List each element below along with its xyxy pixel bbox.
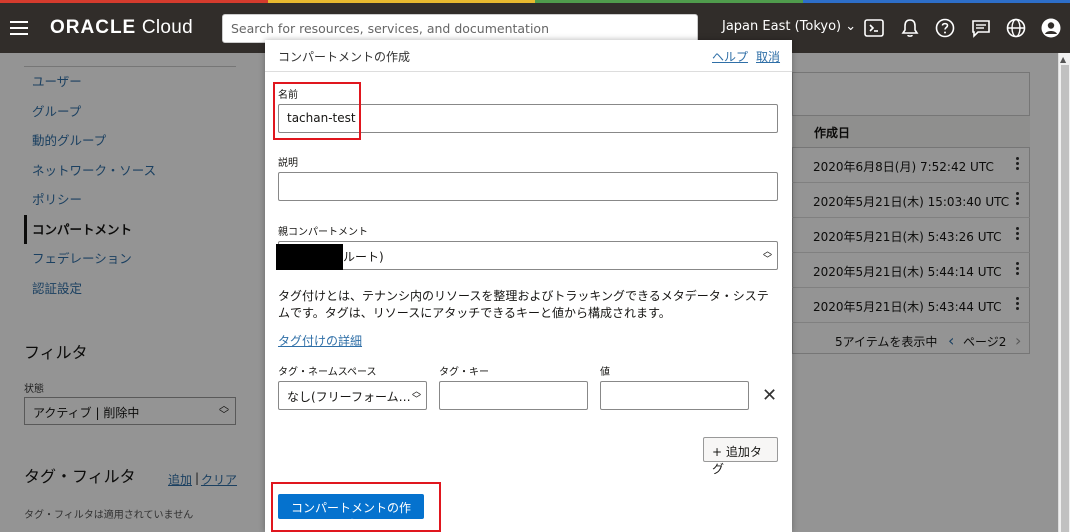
tag-key-field[interactable] xyxy=(439,381,588,410)
dialog-title: コンパートメントの作成 xyxy=(278,50,411,64)
oracle-cloud-logo[interactable]: ORACLE Cloud xyxy=(50,17,193,39)
remove-tag-icon[interactable]: ✕ xyxy=(762,385,777,406)
help-icon[interactable] xyxy=(934,17,956,39)
search-input[interactable]: Search for resources, services, and docu… xyxy=(222,14,698,43)
page-scrollbar[interactable]: ▲ xyxy=(1058,53,1070,532)
dialog-help-link[interactable]: ヘルプ xyxy=(712,48,748,65)
scrollbar-thumb[interactable] xyxy=(1061,65,1069,532)
tag-value-label: 値 xyxy=(600,367,610,378)
dialog-divider xyxy=(265,71,792,72)
redacted-block xyxy=(276,244,343,270)
parent-compartment-label: 親コンパートメント xyxy=(278,227,368,238)
menu-icon[interactable] xyxy=(10,21,28,35)
tag-namespace-select[interactable]: なし(フリーフォーム… xyxy=(278,381,427,410)
tagging-description: タグ付けとは、テナンシ内のリソースを整理およびトラッキングできるメタデータ・シス… xyxy=(278,289,769,320)
description-label: 説明 xyxy=(278,158,298,169)
tag-key-label: タグ・キー xyxy=(439,367,489,378)
description-field[interactable] xyxy=(278,172,778,201)
select-chevron-icon: ︿ ﹀ xyxy=(412,387,422,405)
region-selector[interactable]: Japan East (Tokyo) ⌄ xyxy=(722,19,856,34)
scroll-up-icon[interactable]: ▲ xyxy=(1060,55,1066,64)
highlight-create-box xyxy=(271,482,441,532)
globe-icon[interactable] xyxy=(1005,17,1027,39)
chevron-down-icon: ⌄ xyxy=(845,19,857,34)
tagging-details-link[interactable]: タグ付けの詳細 xyxy=(278,332,362,349)
highlight-name-box xyxy=(273,82,361,140)
tag-namespace-label: タグ・ネームスペース xyxy=(278,367,377,378)
chat-icon[interactable] xyxy=(970,17,992,39)
select-chevron-icon: ︿ ﹀ xyxy=(763,247,773,265)
add-tag-button[interactable]: + 追加タグ xyxy=(703,437,778,476)
dialog-cancel-link[interactable]: 取消 xyxy=(756,48,780,65)
parent-compartment-select[interactable]: ルート) xyxy=(278,241,778,270)
tag-value-field[interactable] xyxy=(600,381,749,410)
profile-icon[interactable] xyxy=(1040,17,1062,39)
cloud-shell-icon[interactable] xyxy=(863,17,885,39)
bell-icon[interactable] xyxy=(899,17,921,39)
